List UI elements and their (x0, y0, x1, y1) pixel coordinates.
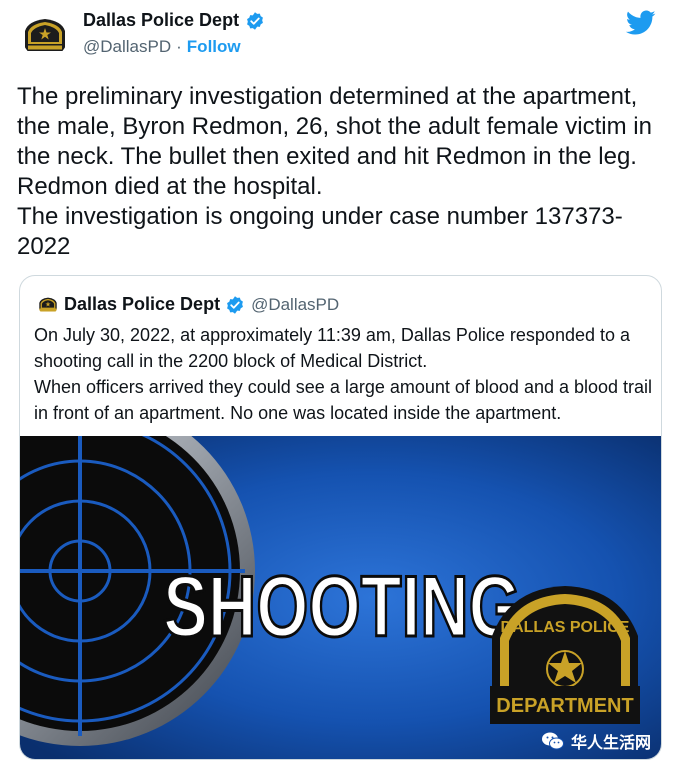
quoted-tweet-text: On July 30, 2022, at approximately 11:39… (34, 325, 653, 423)
quoted-author-handle: @DallasPD (251, 294, 340, 314)
watermark: 华人生活网 (541, 729, 651, 753)
verified-badge-icon (227, 295, 243, 314)
quoted-tweet[interactable]: Dallas Police Dept @DallasPD On July 30,… (19, 275, 662, 760)
quoted-author-name: Dallas Police Dept (64, 294, 221, 314)
author-handle[interactable]: @DallasPD (83, 37, 171, 57)
tweet-text: The preliminary investigation determined… (17, 83, 652, 260)
dallas-police-badge-icon (25, 19, 65, 51)
author-name[interactable]: Dallas Police Dept (83, 10, 239, 31)
twitter-bird-icon[interactable] (626, 10, 656, 36)
separator-dot: · (176, 37, 182, 56)
badge-dallas-police-text: DALLAS POLICE (501, 619, 630, 636)
author-name-row: Dallas Police Dept (83, 10, 265, 31)
quoted-avatar (38, 295, 58, 315)
verified-badge-icon (247, 11, 263, 30)
wechat-icon (541, 732, 564, 750)
police-badge: DEPARTMENT DALLAS POLICE (490, 586, 640, 724)
badge-department-text: DEPARTMENT (496, 695, 633, 717)
shooting-graphic: SHOOTING DEPARTMENT DALLAS POLICE (20, 436, 661, 759)
dallas-police-badge-icon (39, 297, 57, 312)
watermark-text: 华人生活网 (570, 733, 651, 752)
shooting-image[interactable]: SHOOTING DEPARTMENT DALLAS POLICE 华人生活网 (20, 436, 661, 759)
follow-button[interactable]: Follow (187, 37, 241, 57)
avatar[interactable] (22, 13, 68, 59)
author-handle-row: @DallasPD · Follow (83, 37, 241, 57)
quoted-tweet-header: Dallas Police Dept @DallasPD (38, 294, 339, 315)
tweet-header: Dallas Police Dept @DallasPD · Follow (22, 10, 656, 62)
headline-text: SHOOTING (163, 559, 521, 655)
